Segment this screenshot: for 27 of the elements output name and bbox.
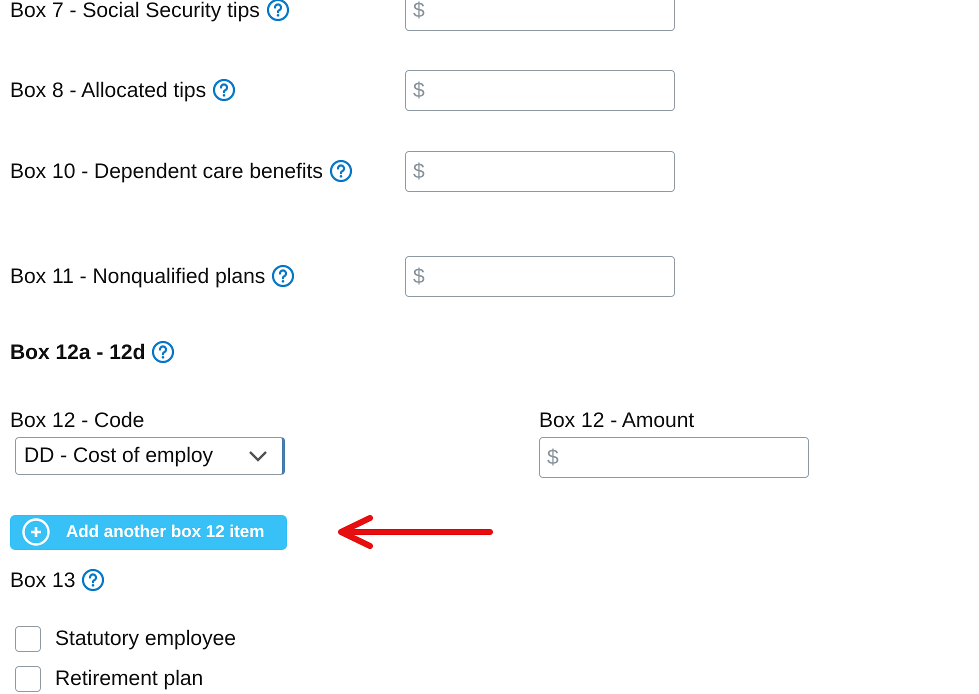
amount-field[interactable]: $ [405, 256, 675, 297]
field-label: Box 8 - Allocated tips [10, 70, 370, 104]
help-icon[interactable] [266, 0, 290, 22]
help-icon[interactable] [212, 78, 236, 102]
field-label: Box 12 - Code [10, 409, 146, 433]
add-item-button[interactable]: Add another box 12 item [10, 514, 287, 550]
chevron-down-icon [248, 450, 268, 462]
section-heading: Box 12a - 12d [10, 341, 146, 364]
field-label: Box 7 - Social Security tips [10, 0, 370, 24]
code-dropdown[interactable]: DD - Cost of employ [15, 437, 285, 475]
field-label: Box 12 - Amount [539, 409, 696, 433]
amount-field[interactable]: $ [405, 70, 675, 111]
checkbox[interactable] [15, 626, 41, 652]
field-label: Box 11 - Nonqualified plans [10, 256, 370, 290]
checkbox-label: Statutory employee [55, 627, 236, 651]
checkbox-label: Retirement plan [55, 667, 204, 691]
help-icon[interactable] [271, 264, 296, 288]
help-icon[interactable] [151, 340, 176, 364]
section-heading: Box 13 [10, 569, 76, 592]
field-label: Box 10 - Dependent care benefits [10, 151, 370, 185]
help-icon[interactable] [328, 159, 353, 183]
plus-circle-icon [22, 518, 50, 546]
amount-field[interactable]: $ [405, 0, 675, 31]
help-icon[interactable] [81, 568, 106, 592]
checkbox[interactable] [15, 666, 41, 692]
amount-field[interactable]: $ [405, 151, 675, 192]
amount-field[interactable]: $ [539, 437, 809, 478]
